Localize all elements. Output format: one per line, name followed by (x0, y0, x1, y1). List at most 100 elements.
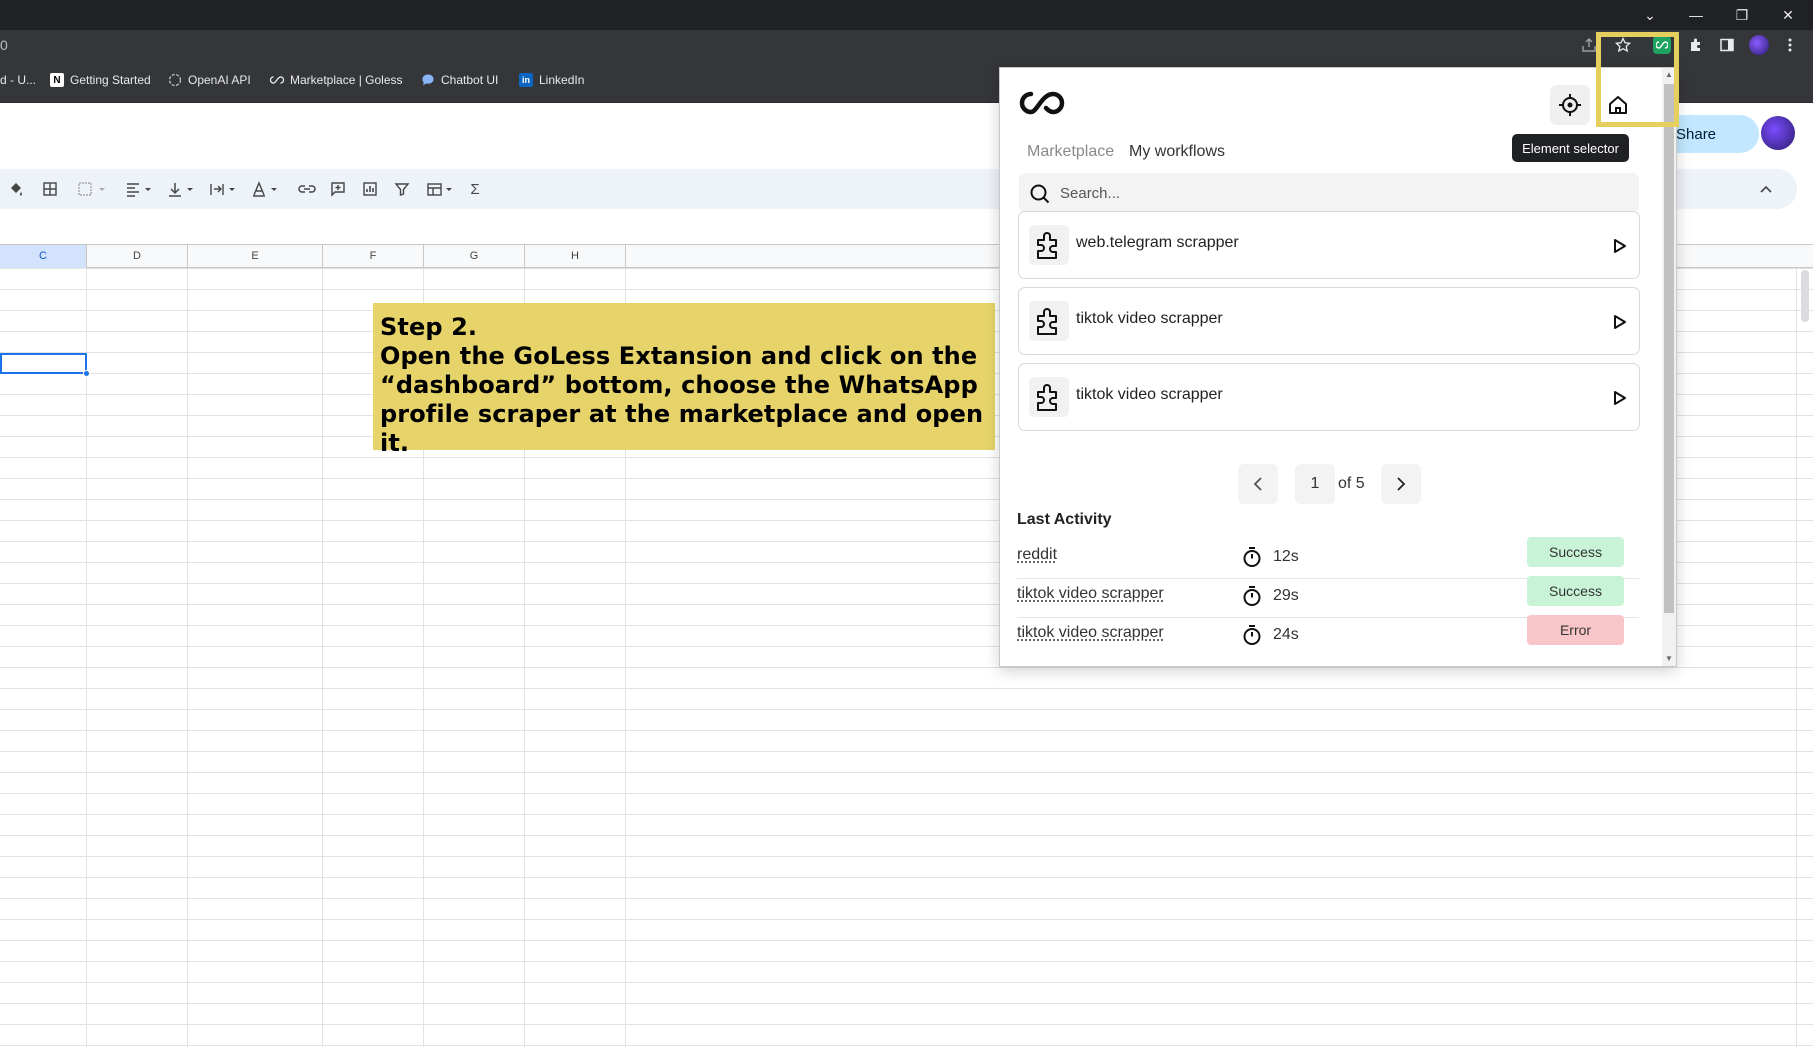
text-rotation-icon[interactable] (248, 178, 284, 200)
borders-icon[interactable] (39, 178, 61, 200)
minimize-button[interactable]: — (1673, 0, 1719, 30)
search-box (1019, 173, 1639, 213)
bookmark-getting-started[interactable]: N Getting Started (50, 73, 151, 87)
workflow-card[interactable]: tiktok video scrapper (1018, 363, 1640, 431)
search-icon (1030, 184, 1050, 204)
side-panel-icon[interactable] (1714, 34, 1740, 56)
activity-duration: 29s (1273, 587, 1299, 604)
pagination-next-button[interactable] (1381, 464, 1421, 504)
selected-cell[interactable] (0, 353, 87, 374)
url-field[interactable]: 0 (0, 37, 8, 53)
workflow-card[interactable]: tiktok video scrapper (1018, 287, 1640, 355)
bookmark-linkedin[interactable]: in LinkedIn (519, 73, 584, 87)
bookmark-chatbot-ui[interactable]: Chatbot UI (421, 73, 498, 87)
column-header-d[interactable]: D (87, 245, 188, 269)
user-avatar[interactable] (1761, 116, 1795, 150)
merge-cells-icon[interactable] (72, 178, 112, 200)
play-icon[interactable] (1613, 238, 1627, 254)
workflow-card[interactable]: web.telegram scrapper (1018, 211, 1640, 279)
activity-duration: 12s (1273, 548, 1299, 565)
chat-bubble-icon (421, 73, 435, 87)
chart-icon[interactable] (359, 178, 381, 200)
functions-sigma-icon[interactable]: Σ (464, 178, 486, 200)
activity-duration: 24s (1273, 626, 1299, 643)
workflow-name: tiktok video scrapper (1076, 386, 1223, 403)
tab-search-chevron-icon[interactable]: ⌄ (1627, 0, 1673, 30)
link-icon[interactable] (296, 178, 318, 200)
timer-icon (1243, 625, 1261, 645)
goless-extension-popup: Element selector Marketplace My workflow… (999, 67, 1677, 667)
bookmark-label: OpenAI API (188, 73, 251, 87)
bookmark-label: Marketplace | Goless (290, 73, 403, 87)
play-icon[interactable] (1613, 390, 1627, 406)
bookmark-openai-api[interactable]: OpenAI API (168, 73, 251, 87)
puzzle-piece-icon (1029, 225, 1069, 265)
bookmark-label: d - U... (0, 73, 37, 87)
bookmark-label: Chatbot UI (441, 73, 499, 87)
horizontal-align-icon[interactable] (122, 178, 158, 200)
tutorial-highlight-box (1596, 32, 1679, 127)
column-divider (1796, 268, 1797, 1047)
pagination-total: of 5 (1338, 475, 1365, 492)
tab-my-workflows[interactable]: My workflows (1129, 143, 1225, 161)
restore-button[interactable]: ❐ (1719, 0, 1765, 30)
linkedin-icon: in (519, 73, 533, 87)
puzzle-piece-icon (1029, 377, 1069, 417)
column-header-f[interactable]: F (323, 245, 424, 269)
table-view-icon[interactable] (423, 178, 459, 200)
status-badge: Success (1527, 537, 1624, 567)
address-bar: 0 (0, 30, 1813, 60)
scroll-down-arrow-icon[interactable]: ▼ (1664, 654, 1674, 666)
profile-avatar-icon[interactable] (1746, 34, 1772, 56)
timer-icon (1243, 586, 1261, 606)
notion-icon: N (50, 73, 64, 87)
paint-format-icon[interactable] (5, 178, 27, 200)
workflow-name: web.telegram scrapper (1076, 234, 1239, 251)
vertical-align-icon[interactable] (164, 178, 200, 200)
bookmark-label: Getting Started (70, 73, 151, 87)
fill-handle[interactable] (83, 370, 90, 377)
timer-icon (1243, 547, 1261, 567)
text-wrap-icon[interactable] (206, 178, 242, 200)
popup-scrollbar-track[interactable]: ▲ ▼ (1662, 68, 1676, 666)
column-header-h[interactable]: H (525, 245, 626, 269)
openai-icon (168, 73, 182, 87)
step-instructions: Open the GoLess Extansion and click on t… (380, 342, 984, 457)
column-divider (322, 268, 323, 1047)
column-divider (187, 268, 188, 1047)
activity-name-link[interactable]: tiktok video scrapper (1017, 585, 1164, 603)
column-divider (86, 268, 87, 1047)
bookmark-item[interactable]: d - U... (0, 73, 36, 87)
goless-logo-icon (1018, 86, 1068, 120)
step-title: Step 2. (380, 313, 478, 341)
tab-marketplace[interactable]: Marketplace (1027, 143, 1114, 161)
browser-title-bar: ⌄ — ❐ ✕ (0, 0, 1813, 30)
sheet-scrollbar[interactable] (1801, 270, 1809, 322)
play-icon[interactable] (1613, 314, 1627, 330)
goless-logo-icon (270, 73, 284, 87)
status-badge: Success (1527, 576, 1624, 606)
bookmark-marketplace-goless[interactable]: Marketplace | Goless (270, 73, 403, 87)
comment-icon[interactable] (327, 178, 349, 200)
popup-scrollbar-thumb[interactable] (1664, 84, 1674, 613)
activity-name-link[interactable]: tiktok video scrapper (1017, 624, 1164, 642)
activity-name-link[interactable]: reddit (1017, 546, 1057, 564)
column-header-g[interactable]: G (424, 245, 525, 269)
tutorial-step-note: Step 2. Open the GoLess Extansion and cl… (373, 303, 995, 457)
crosshair-icon (1559, 94, 1581, 116)
browser-menu-icon[interactable] (1777, 34, 1803, 56)
search-input[interactable] (1060, 183, 1620, 203)
workflow-name: tiktok video scrapper (1076, 310, 1223, 327)
column-header-c[interactable]: C (0, 245, 87, 269)
collapse-menus-chevron-up-icon[interactable] (1755, 178, 1777, 200)
bookmark-label: LinkedIn (539, 73, 585, 87)
filter-icon[interactable] (391, 178, 413, 200)
pagination-current-page[interactable]: 1 (1295, 464, 1335, 504)
element-selector-button[interactable] (1550, 85, 1590, 125)
close-button[interactable]: ✕ (1765, 0, 1811, 30)
pagination-prev-button[interactable] (1238, 464, 1278, 504)
extensions-puzzle-icon[interactable] (1683, 34, 1709, 56)
element-selector-tooltip: Element selector (1512, 134, 1629, 162)
column-header-e[interactable]: E (188, 245, 323, 269)
chevron-right-icon (1397, 477, 1406, 491)
